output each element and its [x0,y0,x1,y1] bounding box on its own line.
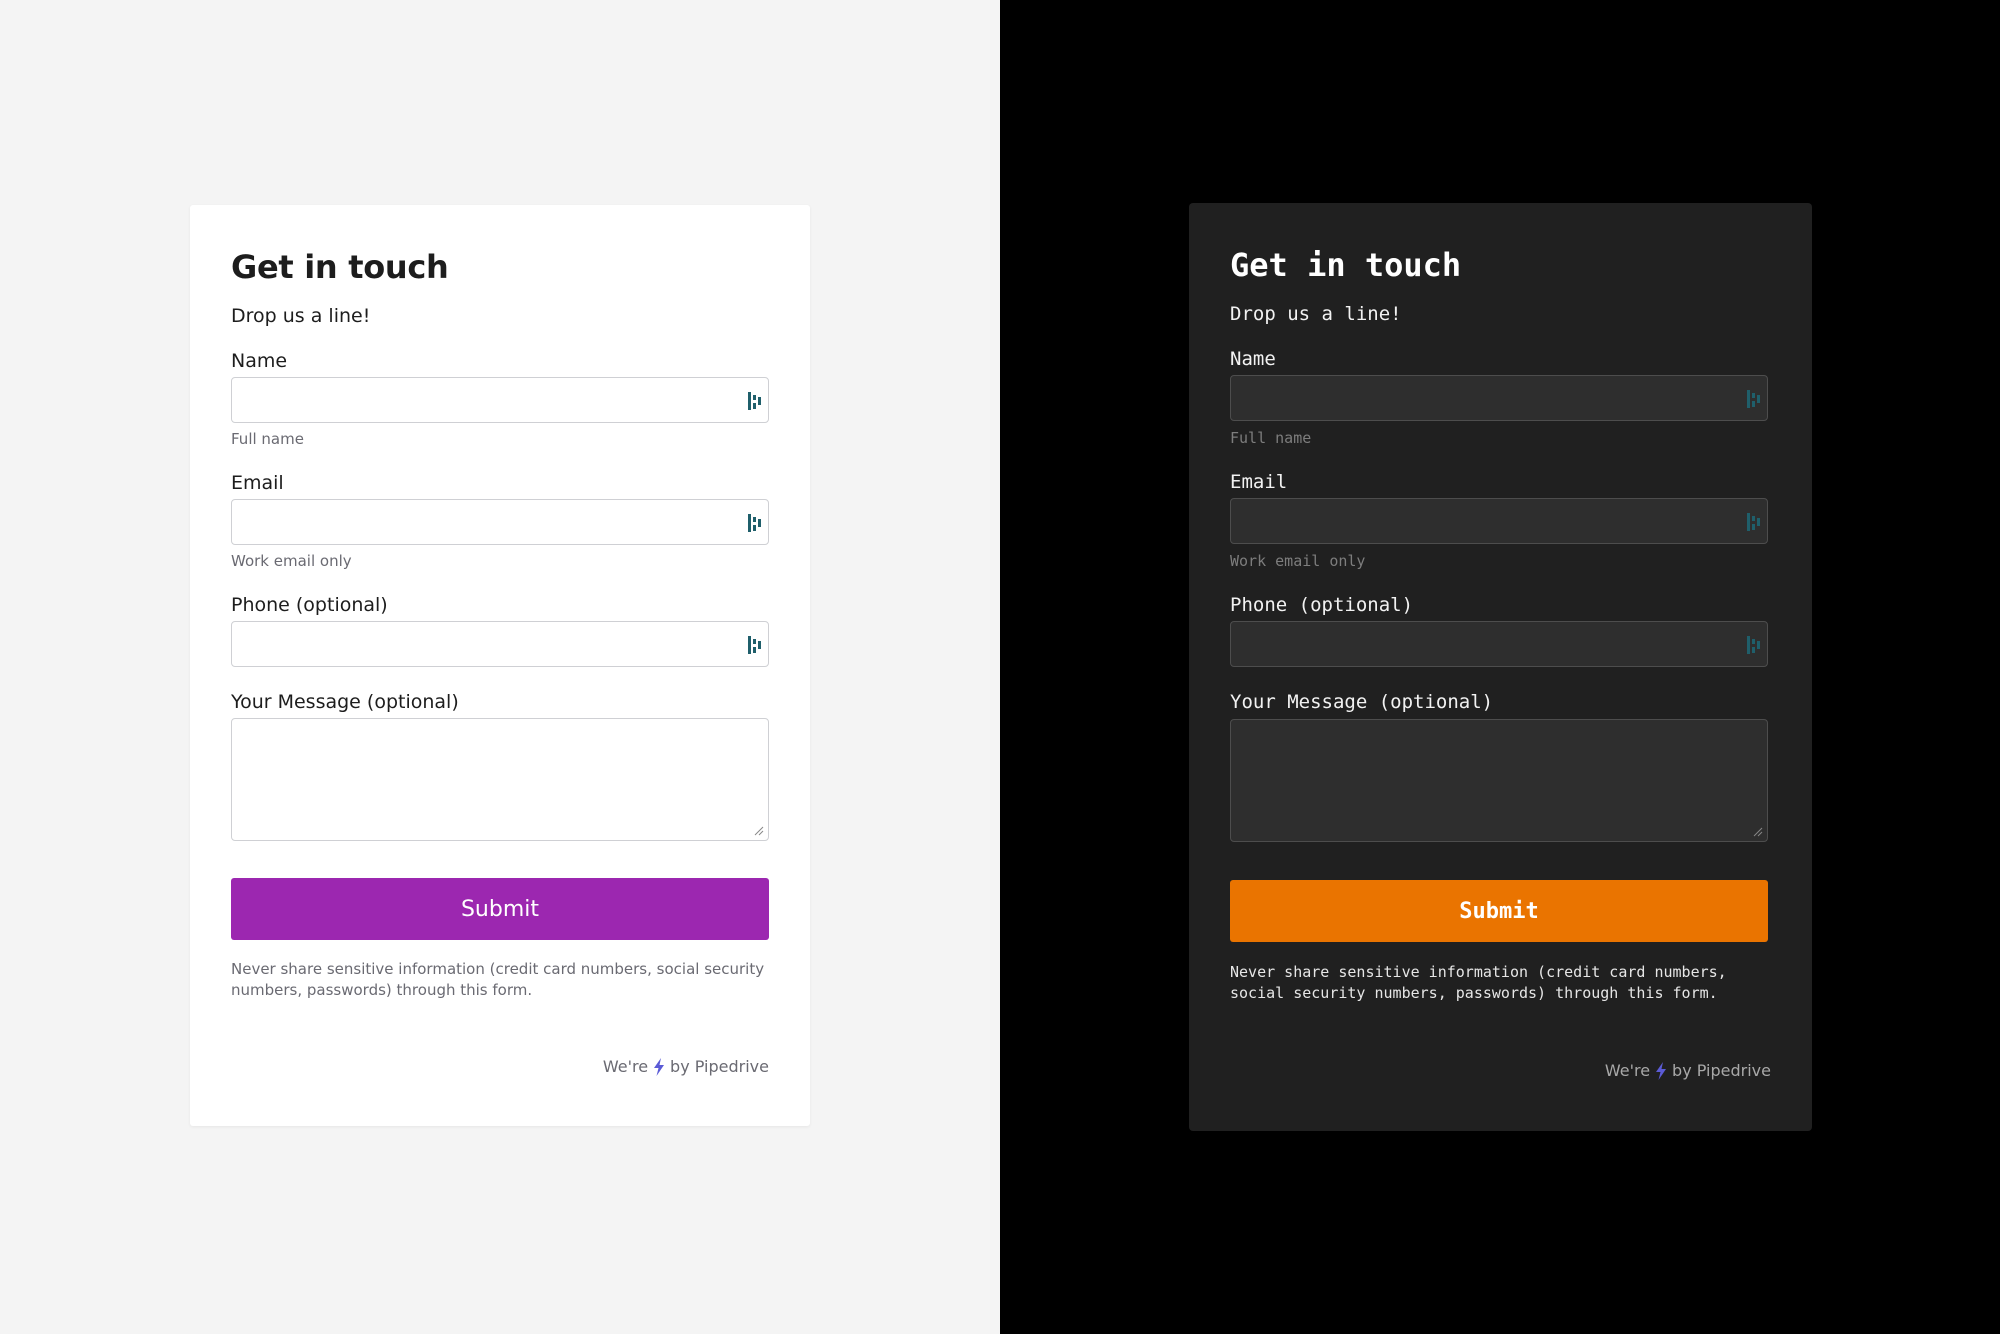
light-theme-panel: Get in touch Drop us a line! Name Full n… [0,0,1000,1334]
powered-suffix: by Pipedrive [670,1057,769,1076]
pipedrive-autofill-icon[interactable] [748,392,762,410]
form-subtitle: Drop us a line! [1230,303,1402,325]
message-label: Your Message (optional) [1230,691,1494,713]
message-textarea[interactable] [231,718,769,841]
pipedrive-autofill-icon[interactable] [748,514,762,532]
form-title: Get in touch [1230,246,1462,284]
message-textarea[interactable] [1230,719,1768,842]
resize-grip-icon[interactable] [754,826,764,836]
lightning-bolt-icon [1656,1061,1667,1080]
contact-form-card: Get in touch Drop us a line! Name Full n… [1189,203,1812,1131]
lightning-bolt-icon [654,1057,665,1076]
powered-suffix: by Pipedrive [1672,1061,1771,1080]
phone-input[interactable] [231,621,769,667]
message-label: Your Message (optional) [231,691,459,713]
powered-by-pipedrive[interactable]: We're by Pipedrive [603,1057,769,1076]
name-input[interactable] [231,377,769,423]
pipedrive-autofill-icon[interactable] [1747,390,1761,408]
submit-button[interactable]: Submit [231,878,769,940]
powered-prefix: We're [602,1057,649,1076]
privacy-disclaimer: Never share sensitive information (credi… [231,960,765,999]
phone-label: Phone (optional) [231,594,388,616]
powered-prefix: We're [1604,1061,1651,1080]
pipedrive-autofill-icon[interactable] [1747,513,1761,531]
email-label: Email [1230,471,1288,493]
name-label: Name [231,350,288,372]
powered-by-pipedrive[interactable]: We're by Pipedrive [1605,1061,1771,1080]
phone-input[interactable] [1230,621,1768,667]
name-hint: Full name [1230,429,1312,447]
privacy-disclaimer: Never share sensitive information (credi… [1230,963,1727,1002]
phone-label: Phone (optional) [1230,594,1414,616]
name-hint: Full name [231,430,304,448]
pipedrive-autofill-icon[interactable] [1747,636,1761,654]
email-label: Email [231,472,284,494]
dark-theme-panel: Get in touch Drop us a line! Name Full n… [1000,0,2000,1334]
form-subtitle: Drop us a line! [231,305,371,327]
name-label: Name [1230,348,1276,370]
contact-form-card: Get in touch Drop us a line! Name Full n… [190,205,810,1126]
email-input[interactable] [1230,498,1768,544]
resize-grip-icon[interactable] [1753,827,1763,837]
email-hint: Work email only [231,552,352,570]
email-hint: Work email only [1230,552,1366,570]
email-input[interactable] [231,499,769,545]
name-input[interactable] [1230,375,1768,421]
form-title: Get in touch [231,248,449,286]
pipedrive-autofill-icon[interactable] [748,636,762,654]
submit-button[interactable]: Submit [1230,880,1768,942]
